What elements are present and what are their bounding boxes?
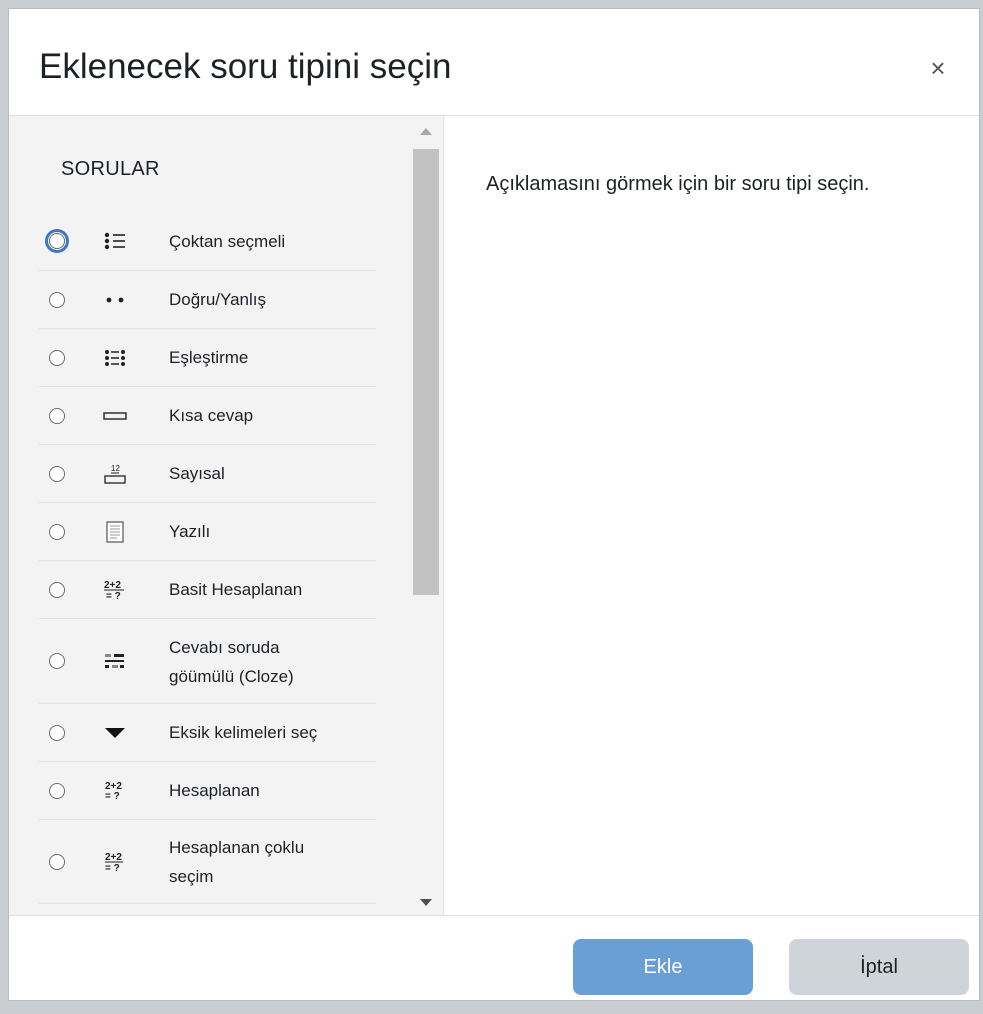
question-type-row-calculatedmulti[interactable]: 2+2 = ? Hesaplanan çoklu seçim	[39, 820, 376, 904]
radio-cloze[interactable]	[49, 653, 65, 669]
multichoice-icon	[101, 227, 129, 255]
question-type-list: SORULAR Çoktan seçmeli Doğru/Yanlış Eşle…	[9, 116, 409, 915]
scrollbar-thumb[interactable]	[413, 149, 439, 595]
question-type-label: Hesaplanan	[169, 781, 260, 800]
truefalse-icon	[101, 286, 129, 314]
essay-icon	[101, 518, 129, 546]
calc-icon-top-text: 2+2	[104, 580, 121, 591]
question-type-label: Eşleştirme	[169, 348, 249, 367]
question-type-row-gapselect[interactable]: Eksik kelimeleri seç	[39, 704, 376, 762]
question-type-label: Yazılı	[169, 522, 211, 541]
question-type-list-pane: SORULAR Çoktan seçmeli Doğru/Yanlış Eşle…	[9, 116, 444, 915]
calculated-icon: 2+2 = ?	[101, 777, 129, 805]
scroll-up-arrow-icon[interactable]	[420, 128, 432, 135]
description-text: Açıklamasını görmek için bir soru tipi s…	[486, 173, 870, 195]
dialog-footer: Ekle İptal	[9, 915, 979, 1000]
question-type-row-calculated[interactable]: 2+2 = ? Hesaplanan	[39, 762, 376, 820]
calc-icon-top-text: 2+2	[105, 852, 122, 863]
description-pane: Açıklamasını görmek için bir soru tipi s…	[444, 116, 979, 915]
shortanswer-icon	[101, 402, 129, 430]
dialog-title: Eklenecek soru tipini seçin	[39, 47, 452, 86]
radio-calculated[interactable]	[49, 783, 65, 799]
cancel-button[interactable]: İptal	[789, 939, 969, 995]
dialog-header: Eklenecek soru tipini seçin ×	[9, 9, 979, 116]
question-type-label: Sayısal	[169, 464, 225, 483]
calc-icon-bottom-text: = ?	[106, 591, 121, 601]
question-type-label: Hesaplanan çoklu seçim	[169, 838, 305, 886]
list-scrollbar[interactable]	[413, 116, 439, 915]
radio-calculatedsimple[interactable]	[49, 582, 65, 598]
calculatedmulti-icon: 2+2 = ?	[101, 848, 129, 876]
question-type-row-calculatedsimple[interactable]: 2+2 = ? Basit Hesaplanan	[39, 561, 376, 619]
question-type-label: Cevabı soruda göümülü (Cloze)	[169, 638, 294, 686]
radio-matching[interactable]	[49, 350, 65, 366]
question-type-row-truefalse[interactable]: Doğru/Yanlış	[39, 271, 376, 329]
question-type-label: Çoktan seçmeli	[169, 232, 286, 251]
question-type-row-cloze[interactable]: Cevabı soruda göümülü (Cloze)	[39, 619, 376, 704]
question-type-row-essay[interactable]: Yazılı	[39, 503, 376, 561]
add-button[interactable]: Ekle	[573, 939, 753, 995]
question-type-row-multichoice[interactable]: Çoktan seçmeli	[39, 212, 376, 271]
question-type-row-matching[interactable]: Eşleştirme	[39, 329, 376, 387]
numerical-icon-text: 12	[111, 464, 120, 473]
radio-numerical[interactable]	[49, 466, 65, 482]
cloze-icon	[101, 647, 129, 675]
question-type-label: Basit Hesaplanan	[169, 580, 303, 599]
matching-icon	[101, 344, 129, 372]
gapselect-icon	[101, 719, 129, 747]
question-type-label: Doğru/Yanlış	[169, 290, 267, 309]
numerical-icon: 12	[101, 460, 129, 488]
radio-multichoice[interactable]	[45, 229, 69, 253]
question-type-row-shortanswer[interactable]: Kısa cevap	[39, 387, 376, 445]
calc-icon-bottom-text: = ?	[105, 791, 120, 802]
radio-essay[interactable]	[49, 524, 65, 540]
question-type-label: Kısa cevap	[169, 406, 254, 425]
radio-calculatedmulti[interactable]	[49, 854, 65, 870]
question-type-dialog: Eklenecek soru tipini seçin × SORULAR Ço…	[8, 8, 980, 1001]
radio-shortanswer[interactable]	[49, 408, 65, 424]
calc-icon-bottom-text: = ?	[105, 863, 120, 873]
section-title-questions: SORULAR	[61, 158, 160, 180]
question-type-row-numerical[interactable]: 12 Sayısal	[39, 445, 376, 503]
calculatedsimple-icon: 2+2 = ?	[101, 576, 129, 604]
radio-gapselect[interactable]	[49, 725, 65, 741]
question-type-label: Eksik kelimeleri seç	[169, 723, 318, 742]
radio-truefalse[interactable]	[49, 292, 65, 308]
scroll-down-arrow-icon[interactable]	[420, 899, 432, 906]
close-icon[interactable]: ×	[923, 53, 953, 83]
